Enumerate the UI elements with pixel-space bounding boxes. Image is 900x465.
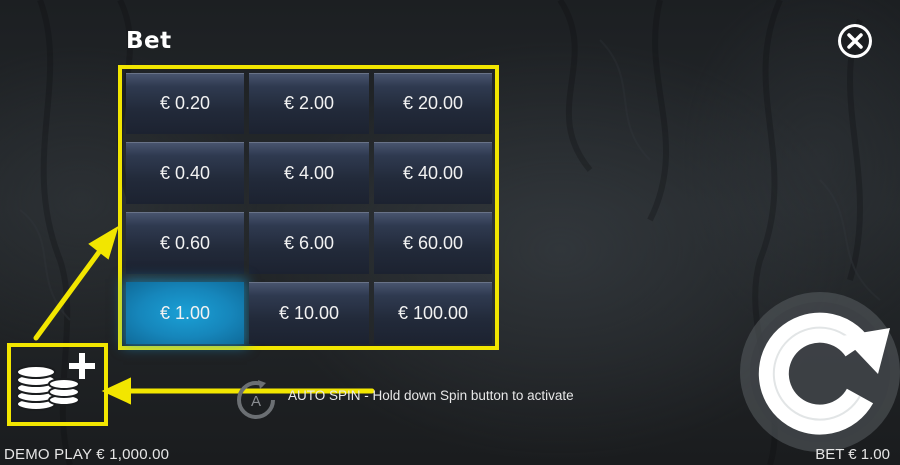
autospin-hint: AUTO SPIN - Hold down Spin button to act… — [288, 388, 574, 403]
bet-option[interactable]: € 2.00 — [249, 73, 369, 134]
bet-option[interactable]: € 6.00 — [249, 212, 369, 274]
bet-option[interactable]: € 0.40 — [126, 142, 244, 204]
autospin-icon: A — [237, 380, 275, 419]
close-icon — [841, 27, 869, 55]
autospin-icon-letter: A — [251, 393, 261, 410]
coins-plus-icon[interactable] — [14, 352, 98, 414]
spin-button[interactable] — [720, 288, 900, 453]
bet-option[interactable]: € 20.00 — [374, 73, 492, 134]
bet-panel-title: Bet — [126, 28, 172, 54]
bet-option[interactable]: € 0.20 — [126, 73, 244, 134]
bet-option[interactable]: € 40.00 — [374, 142, 492, 204]
bet-options-grid: € 0.20 € 2.00 € 20.00 € 0.40 € 4.00 € 40.00 € … — [126, 73, 492, 345]
bet-option[interactable]: € 4.00 — [249, 142, 369, 204]
current-bet: BET € 1.00 — [815, 446, 890, 463]
close-button[interactable] — [838, 24, 872, 58]
bet-option[interactable]: € 0.60 — [126, 212, 244, 274]
bet-option-selected[interactable]: € 1.00 — [126, 282, 244, 344]
demo-balance: DEMO PLAY € 1,000.00 — [4, 446, 170, 463]
bet-option[interactable]: € 10.00 — [249, 282, 369, 344]
bet-option[interactable]: € 60.00 — [374, 212, 492, 274]
bet-option[interactable]: € 100.00 — [374, 282, 492, 344]
